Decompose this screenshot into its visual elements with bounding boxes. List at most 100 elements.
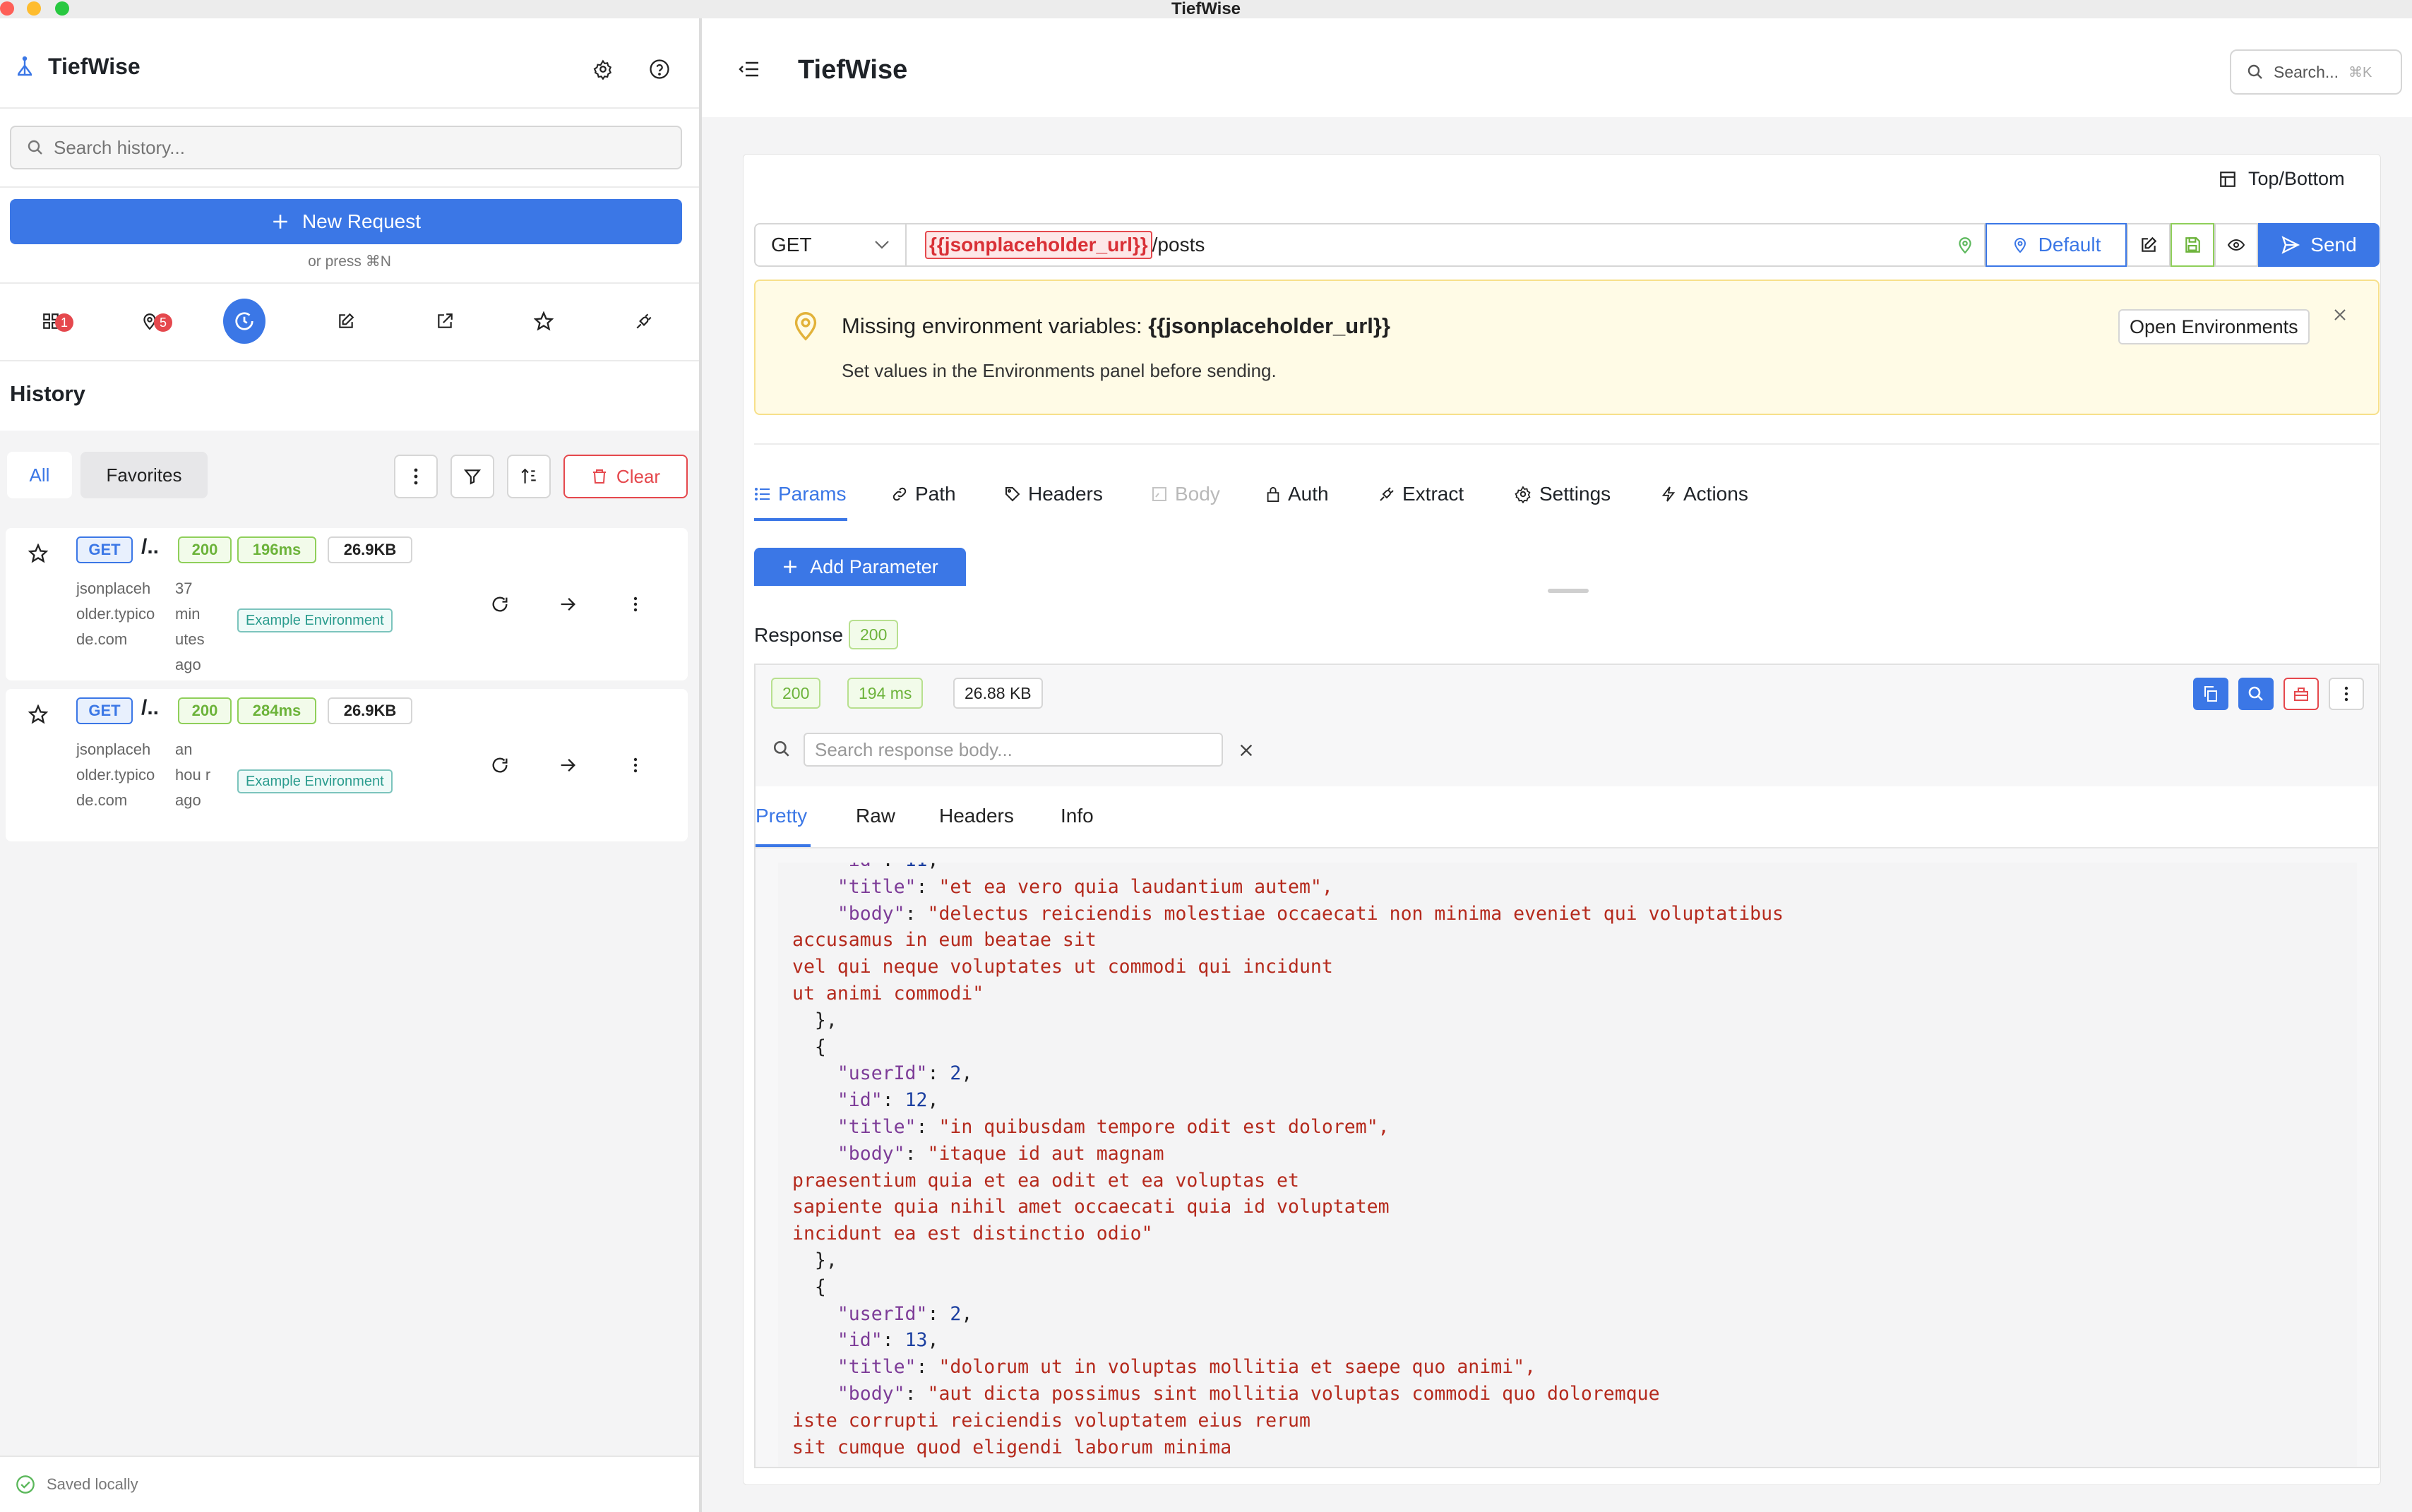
request-time-ago: an hou r ago	[175, 740, 211, 809]
dismiss-warning-button[interactable]	[2332, 306, 2348, 323]
send-button[interactable]: Send	[2258, 223, 2380, 267]
history-item[interactable]: GET /.. 200 284ms 26.9KB jsonplaceholder…	[6, 689, 688, 841]
response-tab-headers[interactable]: Headers	[939, 805, 1014, 827]
main-header	[702, 18, 2412, 117]
gear-icon	[1514, 485, 1532, 503]
method-select[interactable]: GET	[754, 223, 905, 267]
method-badge: GET	[76, 536, 133, 563]
global-search-button[interactable]: Search... ⌘K	[2230, 49, 2402, 95]
external-link-icon	[436, 312, 454, 330]
tab-settings[interactable]: Settings	[1514, 480, 1611, 508]
history-tab-all[interactable]: All	[7, 452, 72, 498]
status-badge: 200	[178, 536, 232, 563]
search-icon	[27, 139, 44, 156]
response-body-code: "id": 11, "title": "et ea vero quia laud…	[778, 863, 2357, 1460]
favorite-toggle-icon[interactable]	[21, 536, 55, 570]
tab-headers[interactable]: Headers	[1004, 480, 1103, 508]
history-item[interactable]: GET /.. 200 196ms 26.9KB jsonplaceholder…	[6, 528, 688, 680]
panel-resize-handle[interactable]	[1548, 589, 1589, 593]
code-line: },	[792, 1249, 837, 1271]
environment-tag: Example Environment	[237, 769, 393, 793]
file-icon	[1151, 486, 1168, 503]
settings-button[interactable]	[587, 54, 619, 85]
sort-icon	[520, 467, 538, 486]
edit-request-button[interactable]	[2127, 223, 2171, 267]
add-parameter-button[interactable]: Add Parameter	[754, 548, 966, 586]
save-status-label: Saved locally	[47, 1475, 138, 1493]
more-vertical-icon	[413, 467, 419, 486]
url-input[interactable]: {{jsonplaceholder_url}} /posts	[905, 223, 1986, 267]
favorites-tab[interactable]	[523, 299, 565, 343]
open-request-button[interactable]	[551, 748, 585, 782]
history-tab[interactable]	[223, 299, 265, 344]
filter-icon	[463, 467, 482, 486]
response-meta-size: 26.88 KB	[953, 678, 1043, 709]
request-path: /..	[141, 696, 160, 719]
app-name: TiefWise	[48, 53, 141, 79]
code-line: "title": "in quibusdam tempore odit est …	[837, 1115, 1390, 1138]
environments-tab[interactable]: 5	[129, 299, 172, 343]
size-badge: 26.9KB	[328, 536, 412, 563]
tab-params-label: Params	[778, 483, 847, 505]
duration-badge: 196ms	[237, 536, 316, 563]
response-more-button[interactable]	[2329, 678, 2364, 710]
history-more-button[interactable]	[394, 455, 438, 498]
row-more-button[interactable]	[619, 748, 652, 782]
preview-button[interactable]	[2214, 223, 2258, 267]
collections-tab[interactable]: 1	[30, 299, 73, 343]
code-line: incidunt ea est distinctio odio"	[792, 1223, 1153, 1245]
clear-search-button[interactable]	[1238, 743, 1254, 758]
check-circle-icon	[16, 1475, 35, 1494]
row-more-button[interactable]	[619, 587, 652, 621]
warning-title: Missing environment variables: {{jsonpla…	[842, 313, 1390, 339]
history-tab-favorites[interactable]: Favorites	[80, 452, 208, 498]
code-line: "title": "et ea vero quia laudantium aut…	[837, 875, 1333, 898]
history-sort-button[interactable]	[507, 455, 551, 498]
global-search-label: Search...	[2274, 62, 2339, 81]
tab-body[interactable]: Body	[1151, 480, 1220, 508]
tab-path[interactable]: Path	[891, 480, 956, 508]
lock-icon	[1265, 485, 1281, 503]
environment-select-button[interactable]: Default	[1986, 223, 2127, 267]
copy-icon	[2202, 685, 2219, 703]
divider	[0, 282, 699, 284]
new-request-button[interactable]: New Request	[10, 199, 682, 244]
environment-tag: Example Environment	[237, 608, 393, 632]
code-line: "body": "aut dicta possimus sint molliti…	[837, 1382, 1660, 1405]
history-search-input[interactable]	[54, 136, 661, 159]
history-search-field[interactable]	[10, 126, 682, 169]
clear-response-button[interactable]	[2283, 678, 2319, 710]
tab-extract[interactable]: Extract	[1378, 480, 1464, 508]
history-filter-button[interactable]	[450, 455, 494, 498]
edit-tab[interactable]	[325, 299, 367, 343]
code-line: praesentium quia et ea odit et ea volupt…	[792, 1169, 1299, 1192]
layout-toggle-button[interactable]: Top/Bottom	[2219, 168, 2345, 190]
rerun-button[interactable]	[483, 748, 517, 782]
star-icon	[534, 311, 554, 331]
tab-params[interactable]: Params	[754, 480, 846, 508]
plugins-tab[interactable]	[623, 299, 665, 343]
toggle-sidebar-button[interactable]	[739, 61, 760, 78]
tab-actions[interactable]: Actions	[1661, 480, 1748, 508]
code-line: sit cumque quod eligendi laborum minima	[792, 1436, 1232, 1458]
favorite-toggle-icon[interactable]	[21, 697, 55, 731]
tab-path-label: Path	[915, 483, 956, 505]
save-request-button[interactable]	[2171, 223, 2214, 267]
tab-auth[interactable]: Auth	[1265, 480, 1329, 508]
code-line: ut animi commodi"	[792, 982, 984, 1004]
response-tab-raw[interactable]: Raw	[856, 805, 895, 827]
open-request-button[interactable]	[551, 587, 585, 621]
open-external-tab[interactable]	[424, 299, 466, 343]
response-tab-pretty[interactable]: Pretty	[756, 805, 807, 827]
response-body-viewer[interactable]: "id": 11, "title": "et ea vero quia laud…	[778, 863, 2357, 1467]
response-search-field[interactable]: Search response body...	[804, 733, 1223, 767]
copy-response-button[interactable]	[2193, 678, 2228, 710]
rerun-button[interactable]	[483, 587, 517, 621]
clear-history-button[interactable]: Clear	[563, 455, 688, 498]
search-response-button[interactable]	[2238, 678, 2274, 710]
response-tab-info[interactable]: Info	[1061, 805, 1094, 827]
help-button[interactable]	[644, 54, 675, 85]
code-line: {	[792, 1036, 826, 1058]
open-environments-button[interactable]: Open Environments	[2118, 309, 2310, 344]
list-icon	[754, 486, 771, 502]
